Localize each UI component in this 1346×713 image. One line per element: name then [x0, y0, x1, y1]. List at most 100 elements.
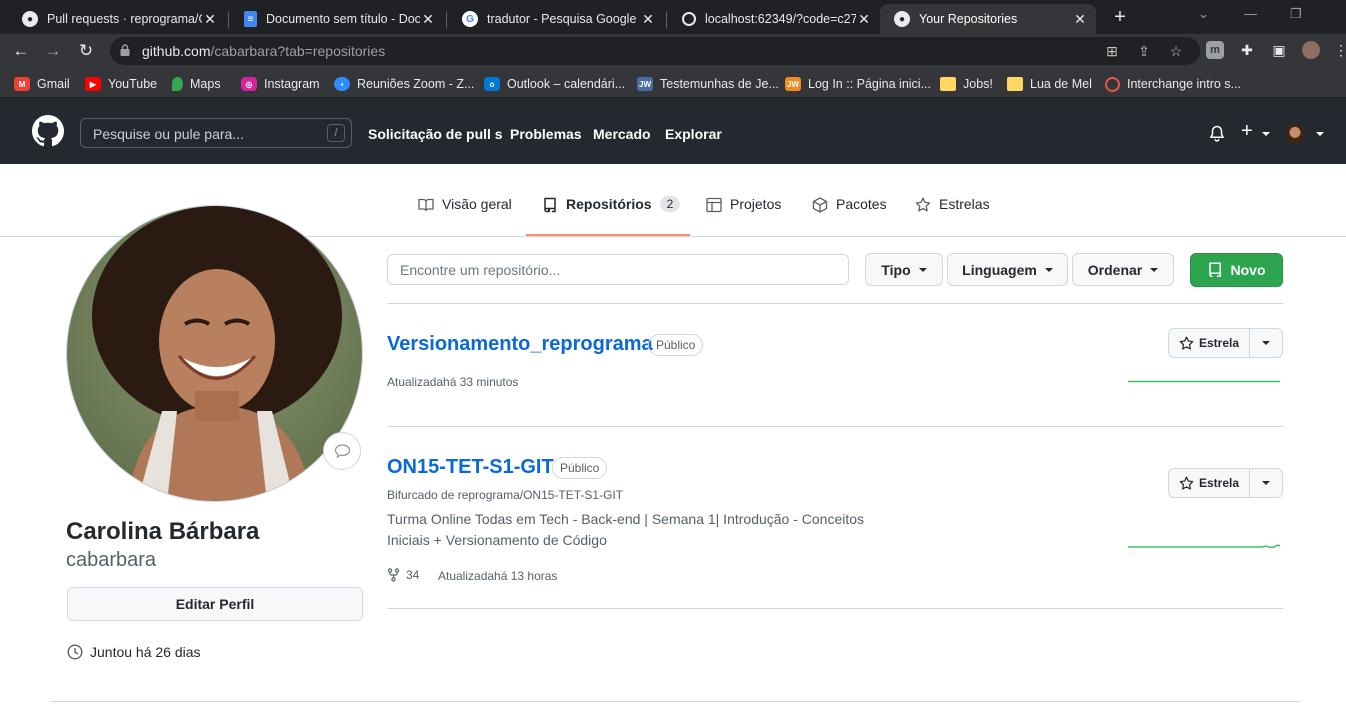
github-icon: ● [22, 11, 38, 27]
tab-search-icon[interactable]: ⌄ [1198, 6, 1209, 22]
forward-icon[interactable]: → [42, 40, 64, 62]
search-shortcut-key: / [327, 124, 345, 142]
bookmark-folder-jobs[interactable]: Jobs! [940, 75, 993, 93]
close-icon[interactable]: ✕ [1072, 11, 1088, 28]
side-panel-icon[interactable]: ▣ [1270, 41, 1288, 59]
bookmark-label: Instagram [264, 77, 320, 91]
browser-tab-title: localhost:62349/?code=c27c [705, 12, 856, 26]
language-filter-label: Linguagem [962, 261, 1037, 278]
bookmark-label: Gmail [37, 77, 70, 91]
browser-tab[interactable]: localhost:62349/?code=c27c ✕ [668, 4, 880, 34]
star-button[interactable]: Estrela [1168, 328, 1250, 358]
star-list-dropdown[interactable] [1249, 328, 1283, 358]
browser-toolbar: ← → ↻ github.com/cabarbara?tab=repositor… [0, 34, 1346, 68]
bookmark-label: Testemunhas de Je... [660, 77, 779, 91]
bookmark-zoom[interactable]: ▪ Reuniões Zoom - Z... [334, 75, 474, 93]
reload-icon[interactable]: ↻ [75, 40, 97, 62]
star-label: Estrela [1198, 476, 1240, 490]
repo-count-badge: 2 [659, 196, 681, 212]
bookmark-outlook[interactable]: o Outlook – calendári... [484, 75, 625, 93]
repo-forks[interactable]: 34 [387, 568, 419, 582]
chevron-down-icon [1262, 481, 1270, 485]
share-icon[interactable]: ⇪ [1136, 43, 1152, 59]
translate-icon[interactable]: ⊞ [1104, 43, 1120, 59]
bookmark-login[interactable]: JW Log In :: Página inici... [785, 75, 931, 93]
set-status-button[interactable] [323, 432, 361, 470]
nav-pull-requests[interactable]: Solicitação de pull s [368, 126, 503, 142]
language-filter-button[interactable]: Linguagem [947, 253, 1068, 286]
github-search-input[interactable]: Pesquise ou pule para... / [80, 118, 352, 148]
browser-tab-title: Your Repositories [919, 12, 1018, 26]
repo-icon [544, 197, 556, 213]
extension-m-icon[interactable]: m [1206, 41, 1224, 59]
close-icon[interactable]: ✕ [202, 11, 218, 28]
tab-label: Repositórios [566, 196, 652, 212]
tab-packages[interactable]: Pacotes [812, 196, 887, 236]
type-filter-button[interactable]: Tipo [865, 253, 943, 286]
bookmark-maps[interactable]: Maps [172, 75, 221, 93]
url-host: github.com [142, 43, 211, 59]
tab-stars[interactable]: Estrelas [915, 196, 990, 236]
notifications-bell-icon[interactable] [1209, 125, 1225, 142]
new-repository-button[interactable]: Novo [1190, 253, 1283, 287]
divider [387, 426, 1283, 427]
extensions-puzzle-icon[interactable]: ✚ [1238, 41, 1256, 59]
nav-marketplace[interactable]: Mercado [593, 126, 651, 142]
user-menu-caret-icon[interactable] [1316, 132, 1324, 136]
create-new-plus-icon[interactable]: + [1241, 120, 1253, 143]
jw-icon: JW [637, 77, 653, 91]
nav-issues[interactable]: Problemas [510, 126, 582, 142]
browser-tab[interactable]: ≡ Documento sem título - Doc ✕ [230, 4, 444, 34]
minimize-icon[interactable]: — [1244, 6, 1257, 21]
browser-menu-icon[interactable]: ⋮ [1334, 41, 1346, 59]
star-icon [915, 197, 931, 212]
speech-bubble-icon [334, 444, 351, 459]
edit-profile-button[interactable]: Editar Perfil [67, 587, 363, 621]
chevron-down-icon [918, 267, 927, 272]
repo-updated: Atualizadahá 33 minutos [387, 375, 519, 389]
visibility-badge: Público [648, 334, 704, 356]
divider [387, 608, 1283, 609]
new-tab-button[interactable]: + [1108, 6, 1132, 28]
close-icon[interactable]: ✕ [640, 11, 656, 28]
browser-tab[interactable]: ● Pull requests · reprograma/O ✕ [8, 4, 226, 34]
bookmark-label: Reuniões Zoom - Z... [357, 77, 475, 91]
back-icon[interactable]: ← [10, 40, 32, 62]
browser-tab-title: Pull requests · reprograma/O [47, 12, 202, 26]
close-icon[interactable]: ✕ [420, 11, 436, 28]
repo-name-link[interactable]: ON15-TET-S1-GIT [387, 456, 554, 479]
star-button[interactable]: Estrela [1168, 468, 1250, 498]
github-logo-icon[interactable] [32, 115, 64, 147]
tab-separator [446, 12, 447, 28]
close-icon[interactable]: ✕ [856, 11, 872, 28]
browser-tab-active[interactable]: ● Your Repositories ✕ [880, 4, 1096, 34]
bookmark-interchange[interactable]: Interchange intro s... [1105, 75, 1241, 93]
repo-name-link[interactable]: Versionamento_reprograma [387, 333, 653, 356]
bookmark-gmail[interactable]: M Gmail [14, 75, 70, 93]
find-repository-input[interactable]: Encontre um repositório... [387, 254, 849, 285]
bookmark-star-icon[interactable]: ☆ [1168, 43, 1184, 59]
create-dropdown-caret-icon[interactable] [1262, 132, 1270, 136]
bookmark-folder-lua-de-mel[interactable]: Lua de Mel [1007, 75, 1092, 93]
user-avatar[interactable] [1285, 124, 1305, 144]
youtube-icon: ▶ [85, 77, 101, 91]
tab-projects[interactable]: Projetos [706, 196, 781, 236]
type-filter-label: Tipo [881, 261, 911, 278]
sort-button[interactable]: Ordenar [1072, 253, 1174, 286]
new-repository-label: Novo [1230, 262, 1266, 278]
tab-overview[interactable]: Visão geral [418, 196, 512, 236]
bookmark-youtube[interactable]: ▶ YouTube [85, 75, 157, 93]
outlook-icon: o [484, 77, 500, 91]
star-list-dropdown[interactable] [1249, 468, 1283, 498]
browser-tab-strip: ● Pull requests · reprograma/O ✕ ≡ Docum… [0, 0, 1346, 34]
browser-profile-avatar[interactable] [1302, 41, 1320, 59]
bookmark-instagram[interactable]: ◎ Instagram [241, 75, 320, 93]
bookmark-jw[interactable]: JW Testemunhas de Je... [637, 75, 779, 93]
restore-icon[interactable]: ❐ [1290, 6, 1302, 22]
bookmark-label: Jobs! [963, 77, 993, 91]
tab-repositories[interactable]: Repositórios 2 [526, 196, 690, 236]
forked-from-text[interactable]: Bifurcado de reprograma/ON15-TET-S1-GIT [387, 488, 623, 502]
browser-tab[interactable]: G tradutor - Pesquisa Google ✕ [448, 4, 664, 34]
nav-explore[interactable]: Explorar [665, 126, 722, 142]
address-bar[interactable]: github.com/cabarbara?tab=repositories ⊞ … [110, 37, 1200, 65]
